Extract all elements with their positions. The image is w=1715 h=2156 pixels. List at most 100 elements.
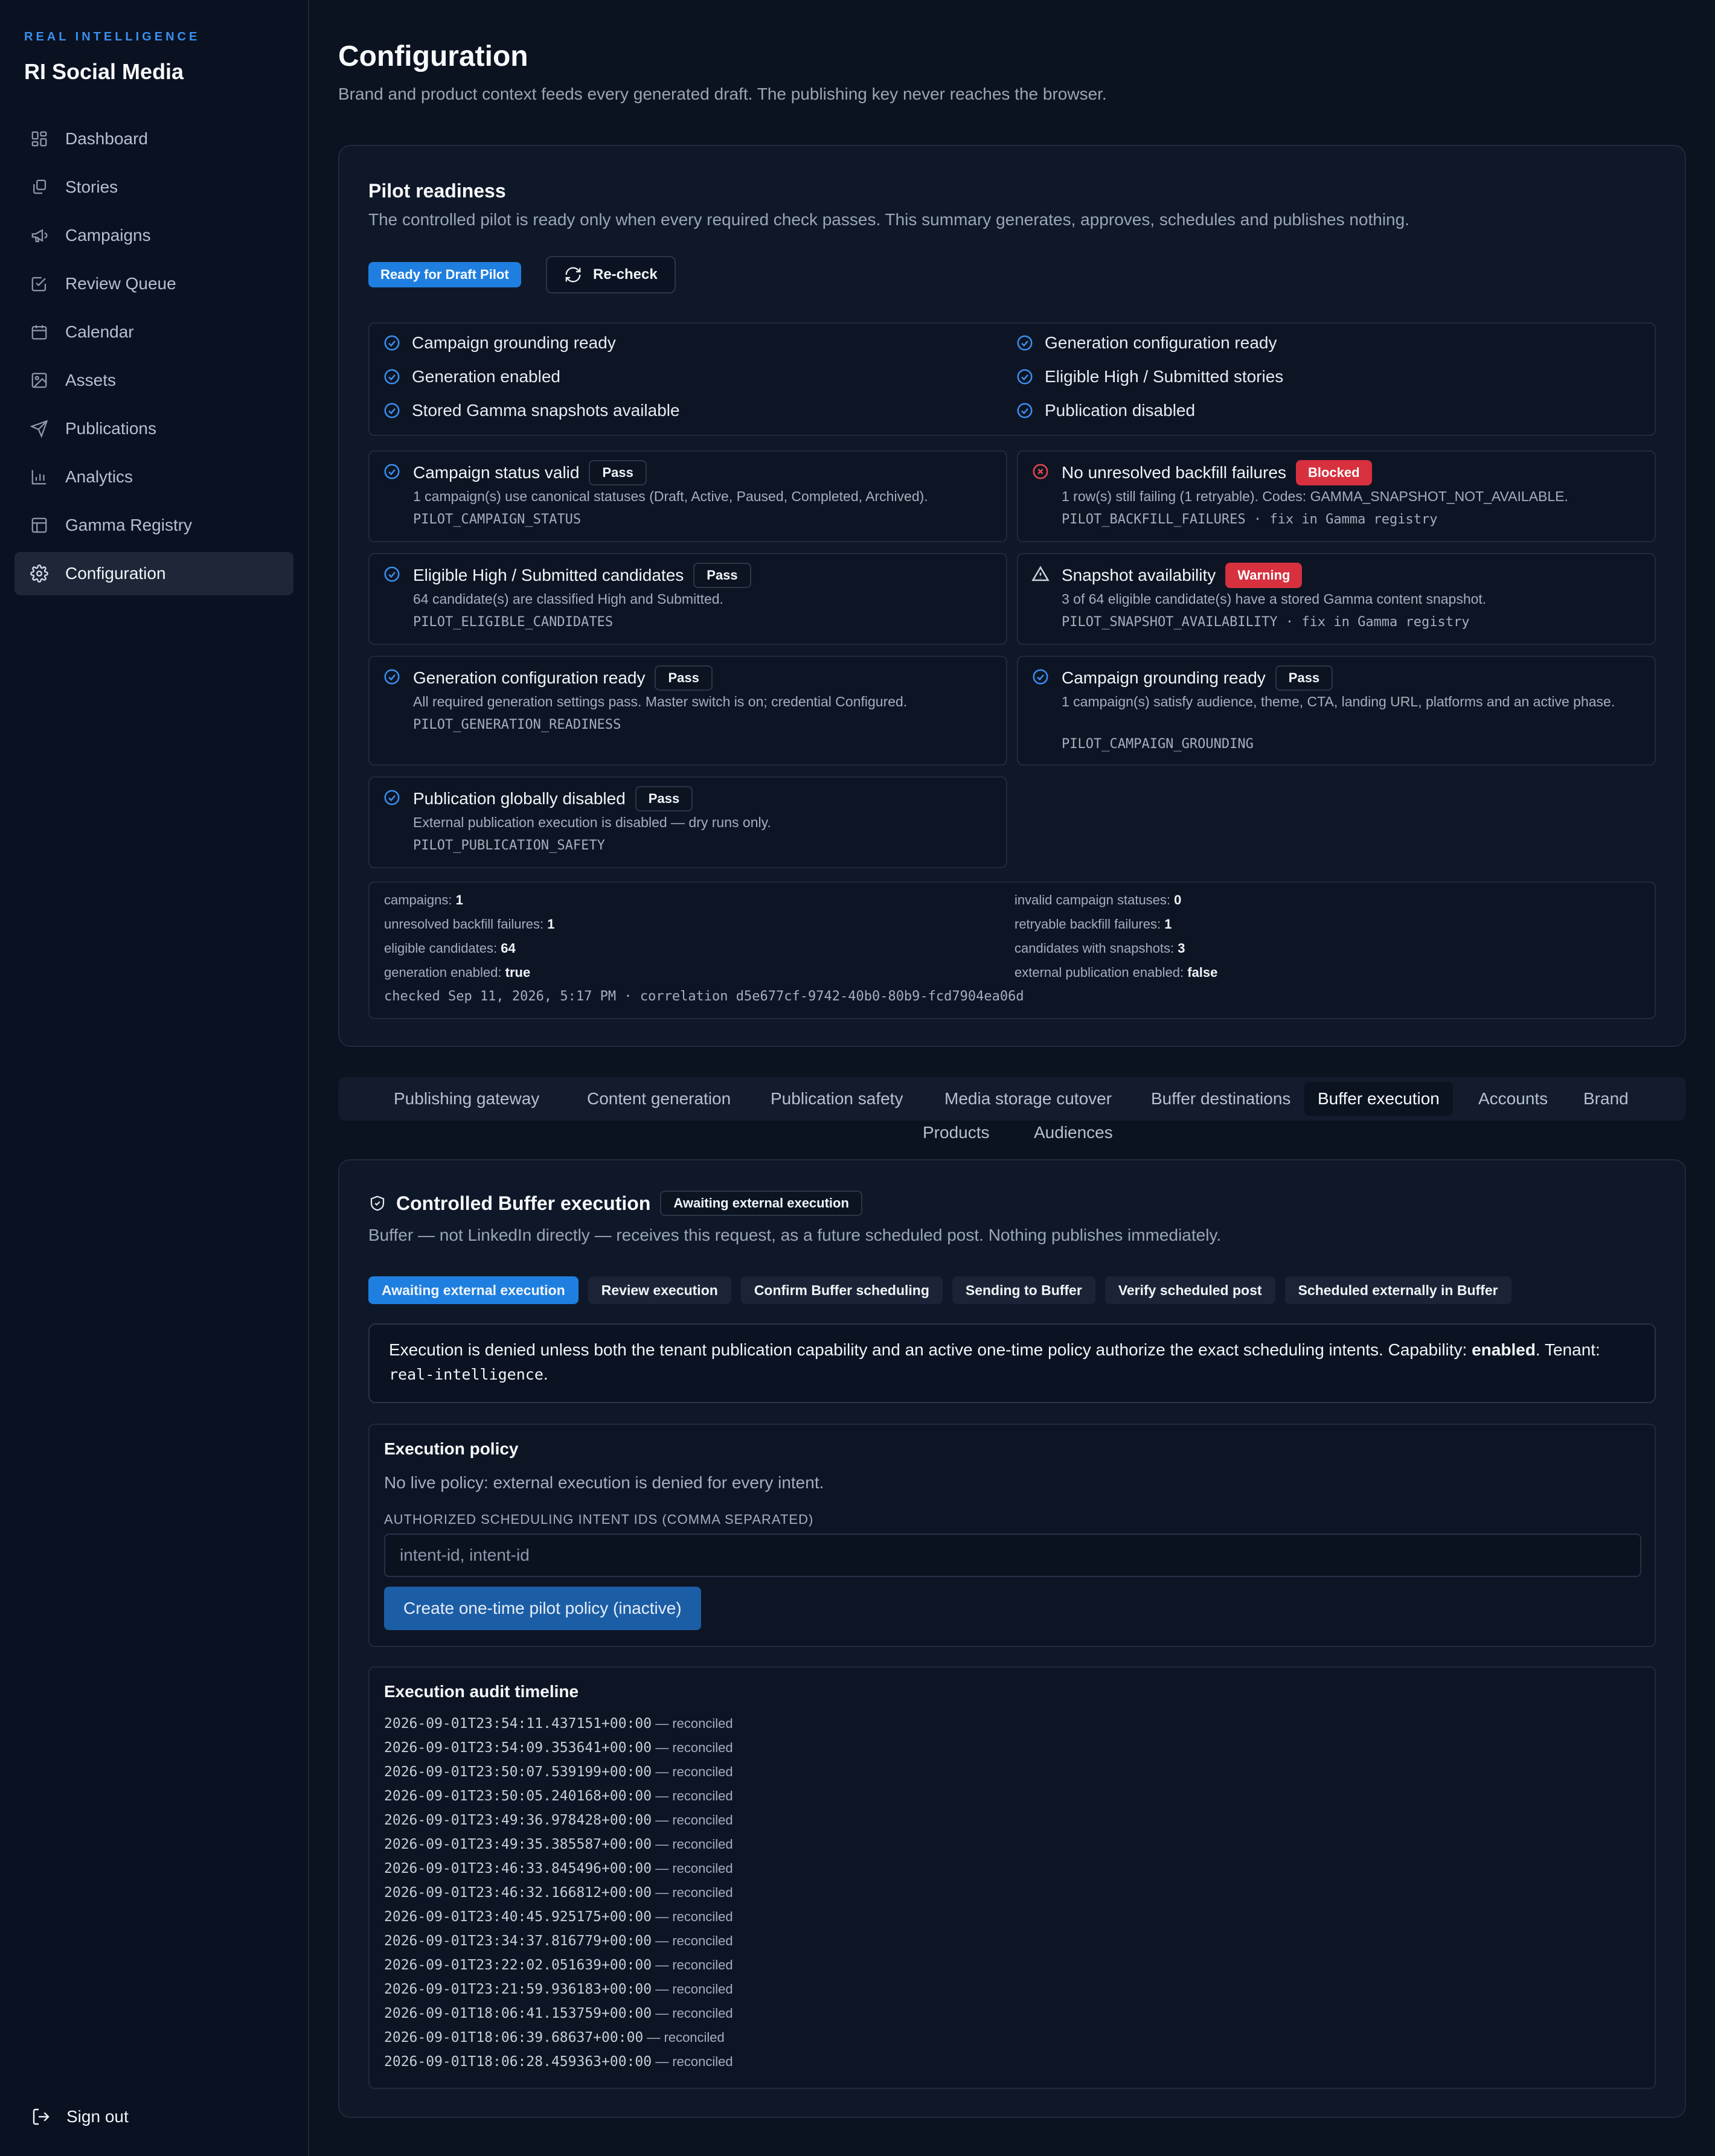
readiness-title: Pilot readiness: [368, 180, 506, 202]
stat-label: unresolved backfill failures:: [384, 916, 544, 932]
check-circle-icon: [1016, 334, 1034, 352]
audit-timestamp: 2026-09-01T18:06:28.459363+00:00: [384, 2054, 652, 2070]
sidebar-item-analytics[interactable]: Analytics: [14, 455, 293, 499]
tab-publication-safety[interactable]: Publication safety: [757, 1082, 916, 1116]
audit-timestamp: 2026-09-01T23:46:33.845496+00:00: [384, 1861, 652, 1876]
audit-timestamp: 2026-09-01T23:40:45.925175+00:00: [384, 1909, 652, 1925]
check-tile-campaign-status: Campaign status valid Pass 1 campaign(s)…: [368, 450, 1007, 542]
sidebar-item-label: Calendar: [65, 322, 134, 341]
check-circle-icon: [383, 368, 401, 386]
tile-title: Publication globally disabled: [413, 789, 626, 808]
status-badge: Pass: [589, 460, 647, 485]
sidebar-item-assets[interactable]: Assets: [14, 359, 293, 402]
summary-check-label: Generation enabled: [412, 367, 560, 386]
tab-publishing-gateway[interactable]: Publishing gateway: [380, 1082, 553, 1116]
audit-timestamp: 2026-09-01T23:50:05.240168+00:00: [384, 1788, 652, 1804]
step-awaiting-external-execution: Awaiting external execution: [368, 1276, 579, 1304]
audit-status: — reconciled: [655, 1909, 733, 1924]
sidebar-item-review-queue[interactable]: Review Queue: [14, 262, 293, 305]
tab-buffer-execution[interactable]: Buffer execution: [1304, 1082, 1453, 1116]
audit-timeline-panel: Execution audit timeline 2026-09-01T23:5…: [368, 1666, 1656, 2089]
stat-unresolved-backfill: unresolved backfill failures: 1: [384, 916, 555, 932]
audit-timeline-entry: 2026-09-01T23:49:36.978428+00:00 — recon…: [384, 1812, 733, 1828]
stat-label: campaigns:: [384, 892, 452, 907]
stat-label: generation enabled:: [384, 965, 502, 980]
summary-check-label: Generation configuration ready: [1045, 333, 1277, 352]
sidebar-item-campaigns[interactable]: Campaigns: [14, 214, 293, 257]
buffer-header: Controlled Buffer execution Awaiting ext…: [368, 1191, 862, 1216]
tile-title: Campaign status valid: [413, 463, 580, 482]
check-circle-icon: [1016, 401, 1034, 420]
step-sending-to-buffer: Sending to Buffer: [952, 1276, 1095, 1304]
tab-audiences[interactable]: Audiences: [1021, 1116, 1126, 1150]
tab-accounts[interactable]: Accounts: [1465, 1082, 1561, 1116]
tile-code: PILOT_ELIGIBLE_CANDIDATES: [413, 615, 614, 630]
tile-code: PILOT_SNAPSHOT_AVAILABILITY · fix in Gam…: [1062, 615, 1470, 630]
check-tile-campaign-grounding: Campaign grounding ready Pass 1 campaign…: [1017, 656, 1656, 766]
check-tile-eligible-candidates: Eligible High / Submitted candidates Pas…: [368, 553, 1007, 645]
stat-value: 1: [547, 916, 555, 932]
policy-title: Execution policy: [384, 1439, 519, 1458]
audit-timeline-entry: 2026-09-01T23:49:35.385587+00:00 — recon…: [384, 1837, 733, 1852]
sidebar-item-publications[interactable]: Publications: [14, 407, 293, 450]
summary-check: Publication disabled: [1016, 401, 1195, 420]
sidebar-item-stories[interactable]: Stories: [14, 165, 293, 209]
recheck-button[interactable]: Re-check: [546, 256, 676, 293]
stat-value: 1: [1164, 916, 1172, 932]
status-badge: Pass: [635, 786, 693, 811]
sign-out-button[interactable]: Sign out: [31, 2107, 129, 2126]
stat-label: eligible candidates:: [384, 941, 498, 956]
check-circle-icon: [1016, 368, 1034, 386]
tile-title: No unresolved backfill failures: [1062, 463, 1286, 482]
intent-ids-input[interactable]: [384, 1534, 1641, 1577]
tile-title: Snapshot availability: [1062, 566, 1216, 584]
page-title: Configuration: [338, 40, 528, 72]
audit-timestamp: 2026-09-01T23:50:07.539199+00:00: [384, 1764, 652, 1780]
sidebar-item-calendar[interactable]: Calendar: [14, 310, 293, 354]
tile-body: All required generation settings pass. M…: [413, 694, 908, 709]
audit-timestamp: 2026-09-01T23:46:32.166812+00:00: [384, 1885, 652, 1901]
tile-code: PILOT_CAMPAIGN_STATUS: [413, 512, 582, 527]
tab-media-storage-cutover[interactable]: Media storage cutover: [931, 1082, 1125, 1116]
create-policy-button[interactable]: Create one-time pilot policy (inactive): [384, 1587, 701, 1630]
check-circle-icon: [383, 401, 401, 420]
sidebar: REAL INTELLIGENCE RI Social Media Dashbo…: [0, 0, 309, 2156]
summary-check-label: Stored Gamma snapshots available: [412, 401, 680, 420]
sidebar-item-gamma-registry[interactable]: Gamma Registry: [14, 504, 293, 547]
audit-status: — reconciled: [655, 1788, 733, 1803]
sidebar-item-dashboard[interactable]: Dashboard: [14, 117, 293, 161]
summary-check-label: Campaign grounding ready: [412, 333, 616, 352]
readiness-stats-panel: campaigns: 1 invalid campaign statuses: …: [368, 881, 1656, 1019]
audit-timeline-entry: 2026-09-01T23:50:05.240168+00:00 — recon…: [384, 1788, 733, 1804]
tile-code: PILOT_PUBLICATION_SAFETY: [413, 838, 605, 853]
tab-products[interactable]: Products: [909, 1116, 1003, 1150]
table-icon: [30, 516, 48, 534]
check-circle-icon: [383, 334, 401, 352]
intent-ids-label: AUTHORIZED SCHEDULING INTENT IDS (COMMA …: [384, 1512, 814, 1527]
tile-code: PILOT_CAMPAIGN_GROUNDING: [1062, 737, 1254, 752]
tab-buffer-destinations[interactable]: Buffer destinations: [1138, 1082, 1304, 1116]
sidebar-item-configuration[interactable]: Configuration: [14, 552, 293, 595]
summary-check-label: Publication disabled: [1045, 401, 1196, 420]
step-scheduled-externally: Scheduled externally in Buffer: [1284, 1276, 1511, 1304]
summary-check: Generation configuration ready: [1016, 333, 1277, 353]
readiness-status-badge: Ready for Draft Pilot: [368, 262, 521, 287]
status-badge: Pass: [1275, 665, 1333, 691]
tile-title: Generation configuration ready: [413, 668, 646, 687]
summary-check: Campaign grounding ready: [383, 333, 616, 353]
audit-status: — reconciled: [655, 1812, 733, 1828]
brand-title: RI Social Media: [24, 59, 184, 84]
stat-label: candidates with snapshots:: [1015, 941, 1175, 956]
check-tile-generation-config: Generation configuration ready Pass All …: [368, 656, 1007, 766]
buffer-execution-card: Controlled Buffer execution Awaiting ext…: [338, 1159, 1686, 2118]
bar-chart-icon: [30, 468, 48, 486]
sidebar-item-label: Publications: [65, 419, 156, 438]
x-circle-icon: [1031, 462, 1050, 481]
tab-content-generation[interactable]: Content generation: [574, 1082, 744, 1116]
audit-status: — reconciled: [647, 2030, 725, 2045]
tab-brand[interactable]: Brand: [1570, 1082, 1642, 1116]
sign-out-label: Sign out: [66, 2107, 129, 2126]
sidebar-nav: Dashboard Stories Campaigns Review Queue…: [14, 117, 293, 600]
audit-status: — reconciled: [655, 1837, 733, 1852]
check-circle-icon: [1031, 668, 1050, 686]
